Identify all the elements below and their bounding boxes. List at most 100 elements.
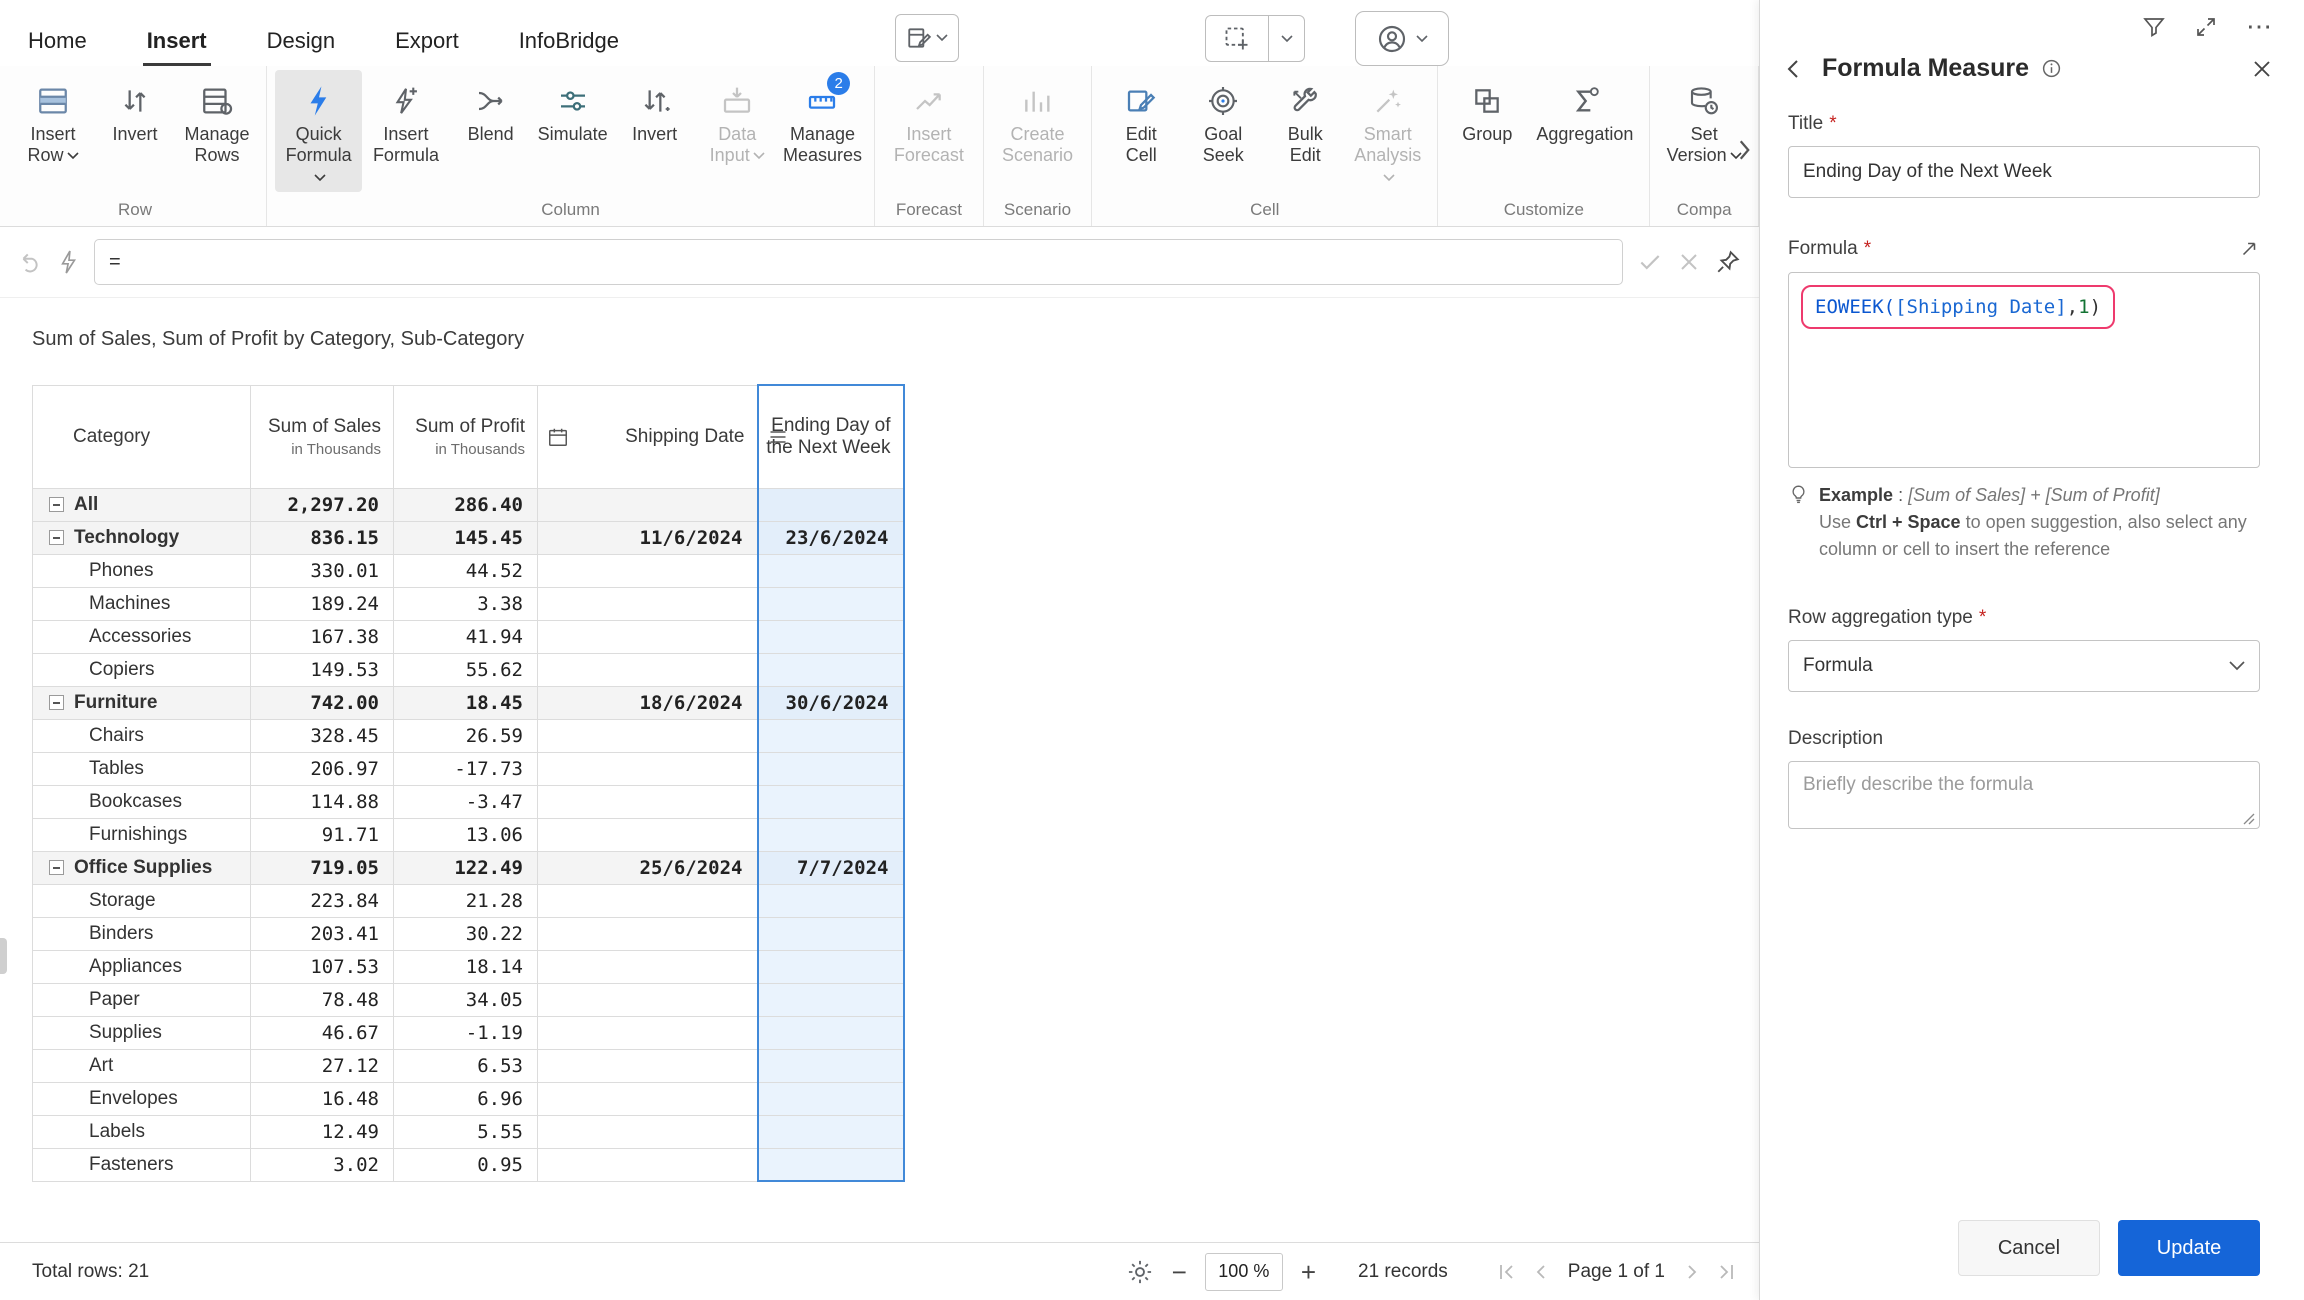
collapse-icon[interactable] [49,695,64,710]
col-header-sales[interactable]: Sum of Sales in Thousands [251,385,394,488]
sales-cell[interactable]: 2,297.20 [251,488,394,521]
table-row[interactable]: Envelopes 16.48 6.96 [33,1082,904,1115]
category-cell[interactable]: Appliances [33,950,251,983]
ending-day-cell[interactable] [758,1148,904,1181]
ending-day-cell[interactable]: 23/6/2024 [758,521,904,554]
ending-day-cell[interactable] [758,620,904,653]
quick-formula-button[interactable]: Quick Formula [275,70,362,192]
category-cell[interactable]: Storage [33,884,251,917]
shipping-date-cell[interactable] [538,1115,758,1148]
formula-expand-icon[interactable] [2238,238,2260,260]
zoom-level[interactable]: 100 % [1205,1253,1283,1291]
collapse-icon[interactable] [49,530,64,545]
sales-cell[interactable]: 78.48 [251,983,394,1016]
col-header-profit[interactable]: Sum of Profit in Thousands [394,385,538,488]
insert-row-button[interactable]: Insert Row [12,70,94,170]
profit-cell[interactable]: 34.05 [394,983,538,1016]
shipping-date-cell[interactable] [538,653,758,686]
title-field-input[interactable] [1788,146,2260,198]
shipping-date-cell[interactable]: 11/6/2024 [538,521,758,554]
add-widget-button[interactable] [1205,15,1305,62]
back-icon[interactable] [1782,57,1806,81]
profit-cell[interactable]: 3.38 [394,587,538,620]
pin-icon[interactable] [1715,249,1741,275]
sales-cell[interactable]: 91.71 [251,818,394,851]
more-options-icon[interactable]: ⋯ [2246,19,2274,35]
shipping-date-cell[interactable] [538,1016,758,1049]
profit-cell[interactable]: 18.45 [394,686,538,719]
zoom-out-button[interactable]: − [1172,1259,1187,1285]
last-page-icon[interactable] [1716,1262,1736,1282]
sales-cell[interactable]: 330.01 [251,554,394,587]
ending-day-cell[interactable] [758,1115,904,1148]
table-row[interactable]: Paper 78.48 34.05 [33,983,904,1016]
update-button[interactable]: Update [2118,1220,2260,1276]
table-row[interactable]: All 2,297.20 286.40 [33,488,904,521]
formula-editor[interactable]: EOWEEK([Shipping Date],1) [1788,272,2260,468]
ending-day-cell[interactable] [758,488,904,521]
shipping-date-cell[interactable] [538,1049,758,1082]
profit-cell[interactable]: 6.53 [394,1049,538,1082]
sales-cell[interactable]: 836.15 [251,521,394,554]
profit-cell[interactable]: 44.52 [394,554,538,587]
undo-icon[interactable] [18,249,44,275]
table-row[interactable]: Bookcases 114.88 -3.47 [33,785,904,818]
category-cell[interactable]: Furnishings [33,818,251,851]
category-cell[interactable]: Machines [33,587,251,620]
sales-cell[interactable]: 27.12 [251,1049,394,1082]
invert-rows-button[interactable]: Invert [94,70,176,149]
shipping-date-cell[interactable] [538,884,758,917]
sales-cell[interactable]: 189.24 [251,587,394,620]
left-panel-handle[interactable] [0,938,7,974]
shipping-date-cell[interactable] [538,620,758,653]
group-button[interactable]: Group [1446,70,1528,149]
sales-cell[interactable]: 114.88 [251,785,394,818]
sales-cell[interactable]: 16.48 [251,1082,394,1115]
manage-measures-button[interactable]: 2 Manage Measures [779,70,866,170]
sales-cell[interactable]: 107.53 [251,950,394,983]
ending-day-cell[interactable] [758,917,904,950]
simulate-button[interactable]: Simulate [532,70,614,149]
formula-input[interactable] [94,239,1623,285]
profit-cell[interactable]: 21.28 [394,884,538,917]
prev-page-icon[interactable] [1531,1262,1551,1282]
ending-day-cell[interactable] [758,1016,904,1049]
ending-day-cell[interactable]: 30/6/2024 [758,686,904,719]
info-icon[interactable] [2041,58,2062,79]
table-row[interactable]: Furniture 742.00 18.45 18/6/2024 30/6/20… [33,686,904,719]
category-cell[interactable]: Tables [33,752,251,785]
shipping-date-cell[interactable] [538,752,758,785]
ending-day-cell[interactable]: 7/7/2024 [758,851,904,884]
shipping-date-cell[interactable]: 18/6/2024 [538,686,758,719]
category-cell[interactable]: Binders [33,917,251,950]
zoom-in-button[interactable]: + [1301,1259,1316,1285]
sales-cell[interactable]: 46.67 [251,1016,394,1049]
category-cell[interactable]: Art [33,1049,251,1082]
ending-day-cell[interactable] [758,719,904,752]
sales-cell[interactable]: 12.49 [251,1115,394,1148]
table-row[interactable]: Copiers 149.53 55.62 [33,653,904,686]
profit-cell[interactable]: 13.06 [394,818,538,851]
category-cell[interactable]: Furniture [33,686,251,719]
shipping-date-cell[interactable] [538,554,758,587]
resize-handle-icon[interactable] [2243,813,2255,825]
invert-columns-button[interactable]: Invert [614,70,696,149]
category-cell[interactable]: Copiers [33,653,251,686]
create-scenario-button[interactable]: Create Scenario [992,70,1084,170]
sales-cell[interactable]: 742.00 [251,686,394,719]
category-cell[interactable]: Chairs [33,719,251,752]
ending-day-cell[interactable] [758,1082,904,1115]
profit-cell[interactable]: 145.45 [394,521,538,554]
set-version-button[interactable]: Set Version [1658,70,1750,170]
table-row[interactable]: Phones 330.01 44.52 [33,554,904,587]
table-row[interactable]: Machines 189.24 3.38 [33,587,904,620]
profit-cell[interactable]: 122.49 [394,851,538,884]
tab-infobridge[interactable]: InfoBridge [515,14,623,66]
tab-insert[interactable]: Insert [143,14,211,66]
account-button[interactable] [1355,11,1449,66]
table-row[interactable]: Chairs 328.45 26.59 [33,719,904,752]
category-cell[interactable]: Accessories [33,620,251,653]
tab-home[interactable]: Home [24,14,91,66]
insert-forecast-button[interactable]: Insert Forecast [883,70,975,170]
ending-day-cell[interactable] [758,983,904,1016]
